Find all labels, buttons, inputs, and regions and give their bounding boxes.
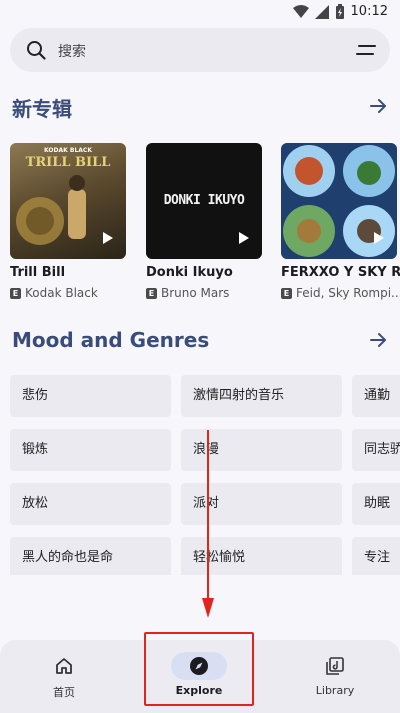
annotation-arrow-icon — [202, 430, 214, 618]
arrow-right-icon[interactable] — [368, 330, 388, 350]
new-albums-title: 新专辑 — [12, 97, 72, 121]
album-artist: Kodak Black — [25, 286, 98, 300]
menu-icon[interactable] — [356, 43, 376, 57]
genre-chip[interactable]: 锻炼 — [10, 429, 171, 471]
genre-chip[interactable]: 同志骄 — [352, 429, 400, 471]
cover-title-text: DONKI IKUYO — [163, 193, 245, 208]
play-icon[interactable] — [236, 231, 250, 245]
album-artist: Bruno Mars — [161, 286, 230, 300]
explicit-badge: E — [281, 287, 292, 299]
cover-title-text: TRILL BILL — [25, 155, 111, 170]
nav-label-home: 首页 — [53, 686, 75, 699]
battery-icon — [335, 4, 344, 19]
album-title[interactable]: Trill Bill — [10, 265, 65, 280]
genre-chip[interactable]: 助眠 — [352, 483, 400, 525]
album-card[interactable]: KODAK BLACK TRILL BILL Trill Bill E Koda… — [10, 143, 126, 300]
genre-chip[interactable]: 放松 — [10, 483, 171, 525]
arrow-right-icon[interactable] — [368, 96, 388, 116]
genre-chip[interactable]: 悲伤 — [10, 375, 171, 417]
album-cover[interactable]: DONKI IKUYO — [146, 143, 262, 259]
album-cover[interactable] — [281, 143, 397, 259]
library-icon[interactable] — [325, 656, 345, 676]
album-cover[interactable]: KODAK BLACK TRILL BILL — [10, 143, 126, 259]
search-input[interactable]: 搜索 — [58, 41, 86, 61]
home-icon[interactable] — [54, 656, 74, 676]
album-title[interactable]: Donki Ikuyo — [146, 265, 233, 280]
explicit-badge: E — [146, 287, 157, 299]
album-subtitle: E Kodak Black — [10, 286, 98, 300]
status-time: 10:12 — [350, 4, 388, 19]
album-subtitle: E Bruno Mars — [146, 286, 229, 300]
album-card[interactable]: DONKI IKUYO Donki Ikuyo E Bruno Mars — [146, 143, 262, 300]
wifi-icon — [292, 4, 309, 18]
genre-chip[interactable]: 黑人的命也是命 — [10, 537, 171, 575]
search-bar[interactable]: 搜索 — [10, 28, 390, 72]
mood-genres-title: Mood and Genres — [12, 328, 210, 352]
album-carousel[interactable]: KODAK BLACK TRILL BILL Trill Bill E Koda… — [10, 143, 400, 313]
nav-item-home[interactable]: 首页 — [9, 640, 119, 713]
genre-chip[interactable]: 通勤 — [352, 375, 400, 417]
genre-chip[interactable]: 专注 — [352, 537, 400, 575]
play-icon[interactable] — [371, 231, 385, 245]
nav-item-library[interactable]: Library — [280, 640, 390, 713]
album-card[interactable]: FERXXO Y SKY R E Feid, Sky Rompi... — [281, 143, 400, 300]
annotation-highlight-box — [144, 632, 254, 706]
search-icon[interactable] — [26, 40, 46, 60]
album-subtitle: E Feid, Sky Rompi... — [281, 286, 400, 300]
album-artist: Feid, Sky Rompi... — [296, 286, 400, 300]
signal-icon — [314, 4, 329, 19]
album-title[interactable]: FERXXO Y SKY R — [281, 265, 400, 280]
explicit-badge: E — [10, 287, 21, 299]
play-icon[interactable] — [100, 231, 114, 245]
nav-label-library: Library — [315, 684, 355, 697]
genre-chip[interactable]: 激情四射的音乐 — [181, 375, 342, 417]
status-bar: 10:12 — [0, 0, 400, 26]
cover-small-text: KODAK BLACK — [44, 147, 92, 154]
